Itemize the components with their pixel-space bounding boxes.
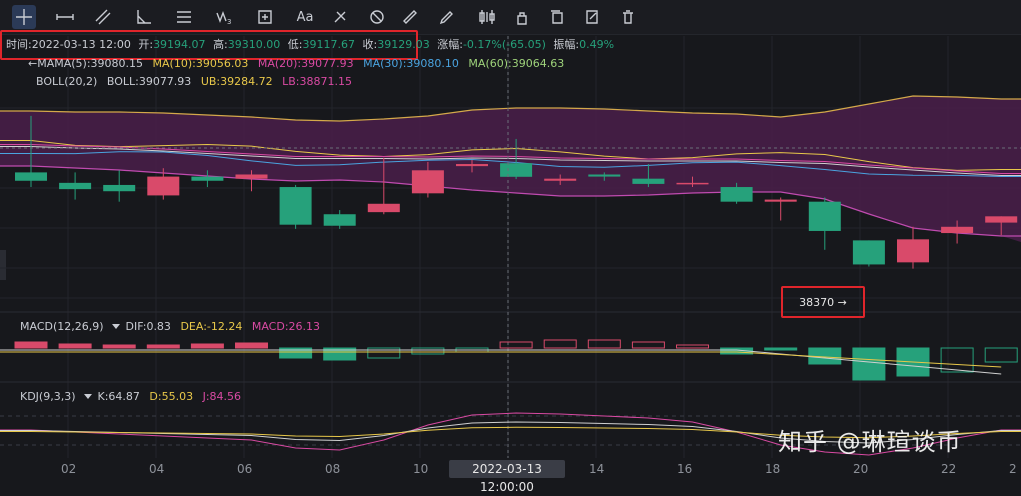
ma30-value: MA(30):39080.10: [363, 57, 459, 70]
low-value: 39117.67: [302, 38, 356, 51]
candle[interactable]: [279, 184, 312, 229]
macd-bar: [14, 341, 48, 349]
price-marker-tag: 38370 →: [781, 286, 865, 318]
change-label: 涨幅:: [437, 38, 463, 51]
macd-dif-line: [0, 349, 1002, 375]
macd-dif-value: DIF:0.83: [125, 320, 171, 333]
open-value: 39194.07: [153, 38, 206, 51]
macd-bar: [146, 344, 180, 349]
x-tick-label: 2: [1009, 462, 1017, 476]
candle[interactable]: [764, 197, 797, 221]
amplitude-label: 振幅:: [553, 38, 580, 51]
x-tick-label: 04: [149, 462, 165, 476]
ma-legend[interactable]: ←MAMA(5):39080.15 MA(10):39056.03 MA(20)…: [28, 57, 564, 71]
chevron-down-icon[interactable]: [83, 394, 92, 399]
time-label: 时间:: [6, 38, 32, 51]
candle[interactable]: [323, 210, 356, 229]
amplitude-value: 0.49%: [579, 38, 615, 51]
kdj-d-value: D:55.03: [149, 390, 194, 403]
macd-histogram: [14, 339, 1018, 381]
x-tick-label: 02: [61, 462, 77, 476]
ohlc-readout: 时间:2022-03-13 12:00 开:39194.07 高:39310.0…: [6, 38, 614, 52]
macd-legend[interactable]: MACD(12,26,9) DIF:0.83 DEA:-12.24 MACD:26…: [20, 320, 320, 334]
x-tick-label: 22: [941, 462, 957, 476]
high-label: 高:: [213, 38, 228, 51]
boll-legend[interactable]: BOLL(20,2) BOLL:39077.93 UB:39284.72 LB:…: [36, 75, 352, 89]
crosshair-date-label: 2022-03-13 12:00:00: [449, 460, 565, 494]
macd-bar: [411, 347, 445, 355]
ma60-value: MA(60):39064.63: [468, 57, 565, 70]
ma10-value: MA(10):39056.03: [152, 57, 249, 70]
x-tick-label: 10: [413, 462, 429, 476]
macd-bar: [235, 342, 268, 349]
low-label: 低:: [287, 38, 303, 51]
x-tick-label: 16: [677, 462, 693, 476]
macd-hist-value: MACD:26.13: [251, 320, 321, 333]
macd-bar: [764, 347, 798, 351]
candle[interactable]: [103, 170, 136, 202]
ma5-value: MA(5):39080.15: [54, 57, 144, 70]
macd-dea-value: DEA:-12.24: [180, 320, 243, 333]
macd-bar: [940, 347, 974, 373]
macd-bar: [499, 341, 533, 349]
kdj-k-value: K:64.87: [97, 390, 140, 403]
open-label: 开:: [138, 38, 154, 51]
macd-bar: [587, 339, 621, 349]
macd-dea-line: [0, 351, 1002, 368]
change-value: -0.17%(-65.05): [462, 38, 546, 51]
close-value: 39129.03: [377, 38, 430, 51]
chart-canvas: [0, 36, 1021, 458]
boll-name: BOLL(20,2): [36, 75, 98, 88]
candle[interactable]: [59, 172, 92, 200]
kdj-name: KDJ(9,3,3): [20, 390, 76, 403]
x-tick-label: 18: [765, 462, 781, 476]
macd-bar: [852, 347, 886, 381]
ma-prefix: ←MA: [28, 57, 55, 70]
high-value: 39310.00: [227, 38, 281, 51]
macd-bar: [58, 343, 92, 349]
macd-bar: [190, 343, 224, 349]
watermark-text: 知乎 @琳瑄谈币: [778, 428, 962, 456]
macd-bar: [102, 344, 136, 349]
macd-bar: [631, 341, 665, 349]
candle[interactable]: [808, 197, 841, 250]
kdj-legend[interactable]: KDJ(9,3,3) K:64.87 D:55.03 J:84.56: [20, 390, 241, 404]
time-value: 2022-03-13 12:00: [31, 38, 131, 51]
macd-bar: [676, 344, 709, 349]
macd-name: MACD(12,26,9): [20, 320, 104, 333]
candle[interactable]: [852, 240, 885, 267]
close-label: 收:: [362, 38, 378, 51]
macd-bar: [543, 339, 577, 349]
x-tick-label: 20: [853, 462, 869, 476]
x-tick-label: 14: [589, 462, 605, 476]
boll-mid-value: BOLL:39077.93: [106, 75, 192, 88]
boll-lb-value: LB:38871.15: [282, 75, 352, 88]
kdj-j-value: J:84.56: [202, 390, 242, 403]
candle[interactable]: [897, 226, 929, 269]
macd-bar: [984, 347, 1018, 363]
x-tick-label: 08: [325, 462, 341, 476]
chevron-down-icon[interactable]: [111, 324, 120, 329]
ma20-value: MA(20):39077.93: [257, 57, 354, 70]
x-tick-label: 06: [237, 462, 253, 476]
boll-ub-value: UB:39284.72: [200, 75, 273, 88]
